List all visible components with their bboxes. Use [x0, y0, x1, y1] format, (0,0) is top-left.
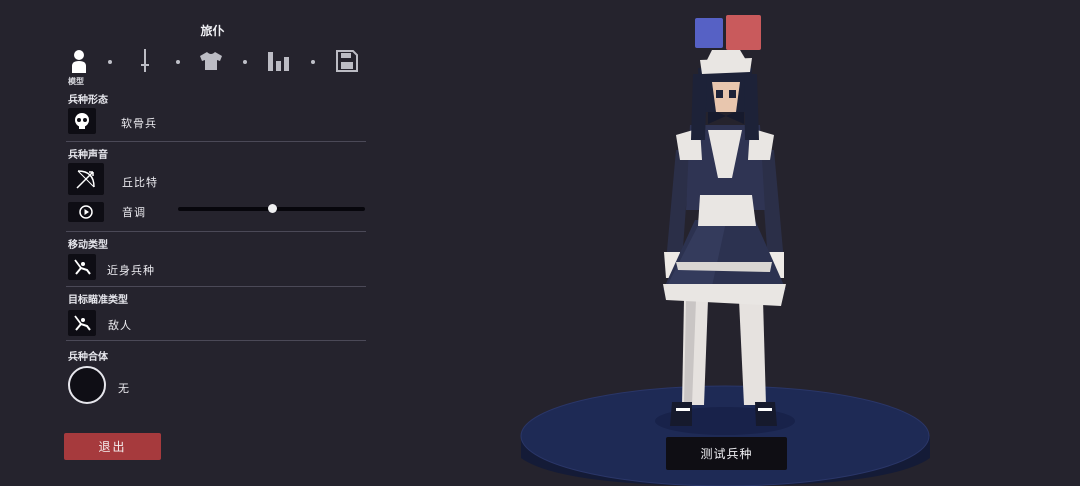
section-divider: [66, 141, 366, 142]
tab-stats[interactable]: [266, 46, 292, 76]
team-blue-swatch[interactable]: [695, 18, 723, 48]
section-divider: [66, 340, 366, 341]
section-divider: [66, 286, 366, 287]
display-platform: [520, 385, 930, 486]
section-divider: [66, 231, 366, 232]
target-icon: [74, 315, 91, 331]
melee-icon: [74, 259, 91, 275]
tab-weapon[interactable]: [132, 46, 158, 76]
unit-merge-label: 兵种合体: [68, 352, 108, 363]
targeting-type-value: 敌人: [108, 319, 132, 332]
editor-tab-bar: 模型: [62, 46, 362, 86]
unit-creator-screen: 旅仆 模型 兵种形态 软骨兵 兵种声音 丘比特 音调 移动类型 近身兵种 目标瞄…: [0, 0, 1080, 486]
tab-separator: [108, 60, 112, 64]
unit-voice-button[interactable]: [68, 163, 104, 195]
tab-save[interactable]: [334, 46, 360, 76]
movement-type-label: 移动类型: [68, 240, 108, 251]
unit-name-title[interactable]: 旅仆: [0, 22, 425, 39]
pitch-slider-thumb[interactable]: [267, 204, 277, 213]
pitch-slider[interactable]: [178, 204, 365, 213]
test-unit-button[interactable]: 测试兵种: [666, 437, 787, 470]
team-red-swatch[interactable]: [726, 15, 761, 50]
maid-character-model: [663, 50, 786, 426]
unit-form-value: 软骨兵: [121, 117, 157, 130]
exit-button[interactable]: 退出: [64, 433, 161, 460]
person-icon: [72, 50, 86, 73]
unit-voice-label: 兵种声音: [68, 150, 108, 161]
bow-icon: [76, 170, 95, 189]
tab-model[interactable]: [66, 46, 92, 76]
tab-separator: [311, 60, 315, 64]
unit-form-button[interactable]: [68, 108, 96, 134]
tab-clothing[interactable]: [198, 46, 224, 76]
tab-separator: [176, 60, 180, 64]
skull-icon: [75, 113, 89, 129]
tab-separator: [243, 60, 247, 64]
targeting-type-label: 目标瞄准类型: [68, 295, 128, 306]
play-circle-icon: [79, 205, 93, 219]
unit-voice-value: 丘比特: [122, 176, 158, 189]
targeting-type-button[interactable]: [68, 310, 96, 336]
voice-play-button[interactable]: [68, 202, 104, 222]
movement-type-button[interactable]: [68, 254, 96, 280]
tab-model-caption: 模型: [68, 77, 84, 86]
pitch-label: 音调: [122, 206, 146, 219]
sword-icon: [141, 49, 149, 72]
unit-merge-button[interactable]: [68, 366, 106, 404]
bar-chart-icon: [268, 52, 289, 71]
shirt-icon: [200, 52, 222, 70]
unit-form-label: 兵种形态: [68, 95, 108, 106]
movement-type-value: 近身兵种: [107, 264, 155, 277]
save-icon: [336, 50, 358, 72]
unit-merge-value: 无: [118, 382, 130, 395]
